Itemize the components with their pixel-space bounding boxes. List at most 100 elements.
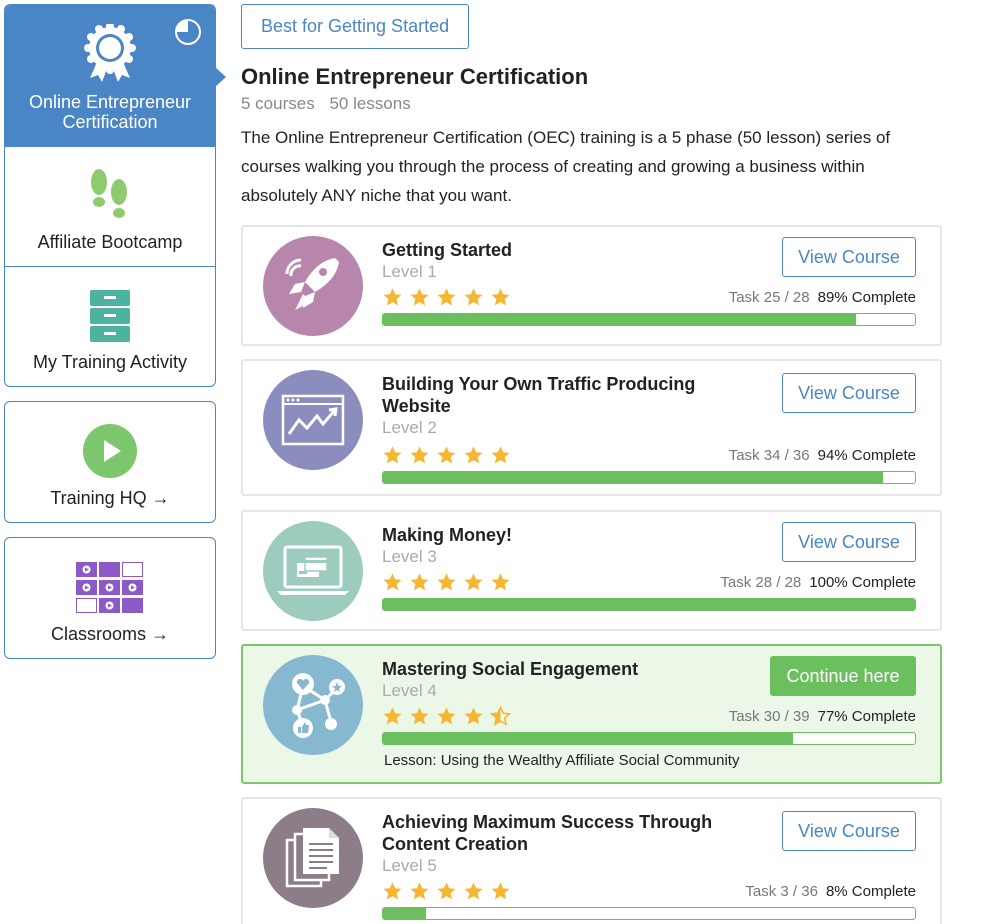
star-rating: [382, 572, 511, 597]
course-card: Getting Started Level 1 View Course Task 25…: [241, 225, 942, 346]
laptop-card-icon: [263, 521, 363, 621]
filing-cabinet-icon: [90, 290, 130, 342]
star-icon: [409, 881, 430, 906]
star-icon: [382, 706, 403, 731]
current-lesson-link[interactable]: Lesson: Using the Wealthy Affiliate Soci…: [384, 752, 739, 769]
progress-bar: [382, 732, 916, 745]
award-badge-icon: [84, 24, 136, 82]
star-icon: [436, 287, 457, 312]
website-graph-icon: [263, 370, 363, 470]
course-card: Building Your Own Traffic Producing Webs…: [241, 359, 942, 496]
sidebar: Online Entrepreneur Certification Affili…: [4, 4, 226, 659]
star-icon: [409, 706, 430, 731]
progress-bar: [382, 313, 916, 326]
percent-complete: 8% Complete: [825, 883, 916, 900]
star-icon: [436, 881, 457, 906]
course-progress-text: Task 28 / 28 100% Complete: [720, 574, 916, 591]
view-course-button[interactable]: View Course: [782, 237, 916, 277]
view-course-button[interactable]: View Course: [782, 522, 916, 562]
courses-count: 5 courses: [241, 94, 315, 113]
star-icon: [382, 572, 403, 597]
training-hq-label: Training HQ →: [50, 488, 170, 508]
star-icon: [463, 445, 484, 470]
course-name[interactable]: Making Money!: [382, 524, 742, 546]
lessons-count: 50 lessons: [329, 94, 411, 113]
rocket-icon: [263, 236, 363, 336]
star-icon: [463, 881, 484, 906]
course-name[interactable]: Mastering Social Engagement: [382, 658, 742, 680]
task-count: Task 3 / 36: [745, 883, 818, 900]
progress-pie-icon: [175, 19, 201, 45]
sidebar-item-label: Online Entrepreneur Certification: [28, 92, 192, 132]
course-card: Achieving Maximum Success Through Conten…: [241, 797, 942, 924]
star-icon: [382, 881, 403, 906]
page-description: The Online Entrepreneur Certification (O…: [241, 128, 891, 205]
star-icon: [490, 572, 511, 597]
progress-bar-fill: [383, 599, 915, 610]
star-rating: [382, 705, 512, 731]
progress-bar: [382, 471, 916, 484]
percent-complete: 100% Complete: [809, 574, 916, 591]
star-rating: [382, 445, 511, 470]
classrooms-label: Classrooms →: [50, 624, 170, 644]
percent-complete: 94% Complete: [817, 447, 916, 464]
percent-complete: 89% Complete: [817, 289, 916, 306]
task-count: Task 25 / 28: [728, 289, 810, 306]
play-icon: [83, 424, 137, 478]
task-count: Task 28 / 28: [720, 574, 802, 591]
progress-bar: [382, 598, 916, 611]
page-title: Online Entrepreneur Certification: [241, 64, 589, 89]
star-icon: [436, 706, 457, 731]
star-icon: [490, 881, 511, 906]
star-icon: [382, 287, 403, 312]
star-icon: [436, 445, 457, 470]
sidebar-nav-group: Online Entrepreneur Certification Affili…: [4, 4, 226, 387]
training-hq-link[interactable]: Training HQ →: [4, 401, 216, 523]
star-icon: [490, 445, 511, 470]
course-card: Making Money! Level 3 View Course Task 28 /…: [241, 510, 942, 631]
course-name[interactable]: Building Your Own Traffic Producing Webs…: [382, 373, 742, 417]
star-icon: [463, 287, 484, 312]
course-card: Mastering Social Engagement Level 4 Contin…: [241, 644, 942, 784]
view-course-button[interactable]: View Course: [782, 811, 916, 851]
progress-bar-fill: [383, 314, 857, 325]
view-course-button[interactable]: View Course: [782, 373, 916, 413]
star-rating: [382, 287, 511, 312]
classrooms-link[interactable]: Classrooms →: [4, 537, 216, 659]
course-level: Level 2: [382, 418, 437, 437]
course-level: Level 4: [382, 681, 437, 700]
star-icon: [436, 572, 457, 597]
star-icon: [409, 287, 430, 312]
star-icon: [490, 287, 511, 312]
grid-video-icon: [76, 562, 144, 614]
progress-bar-fill: [383, 733, 793, 744]
star-half-icon: [489, 705, 512, 731]
course-level: Level 5: [382, 856, 437, 875]
star-icon: [382, 445, 403, 470]
star-rating: [382, 881, 511, 906]
sidebar-item-my-training-activity[interactable]: My Training Activity: [5, 266, 215, 386]
course-name[interactable]: Achieving Maximum Success Through Conten…: [382, 811, 742, 855]
footprints-icon: [88, 168, 132, 222]
course-level: Level 3: [382, 547, 437, 566]
main-content: Best for Getting Started Online Entrepre…: [241, 4, 942, 210]
sidebar-item-label: My Training Activity: [32, 352, 188, 372]
sidebar-item-affiliate-bootcamp[interactable]: Affiliate Bootcamp: [5, 146, 215, 266]
progress-bar: [382, 907, 916, 920]
progress-bar-fill: [383, 908, 426, 919]
sidebar-item-online-entrepreneur-certification[interactable]: Online Entrepreneur Certification: [5, 5, 226, 146]
star-icon: [463, 706, 484, 731]
course-progress-text: Task 34 / 36 94% Complete: [729, 447, 916, 464]
course-level: Level 1: [382, 262, 437, 281]
course-progress-text: Task 3 / 36 8% Complete: [745, 883, 916, 900]
percent-complete: 77% Complete: [817, 708, 916, 725]
star-icon: [463, 572, 484, 597]
course-name[interactable]: Getting Started: [382, 239, 742, 261]
documents-icon: [263, 808, 363, 908]
progress-bar-fill: [383, 472, 884, 483]
task-count: Task 30 / 39: [728, 708, 810, 725]
best-for-getting-started-badge[interactable]: Best for Getting Started: [241, 4, 470, 49]
sidebar-item-label: Affiliate Bootcamp: [37, 232, 183, 252]
continue-here-button[interactable]: Continue here: [770, 656, 916, 696]
social-network-icon: [263, 655, 363, 755]
